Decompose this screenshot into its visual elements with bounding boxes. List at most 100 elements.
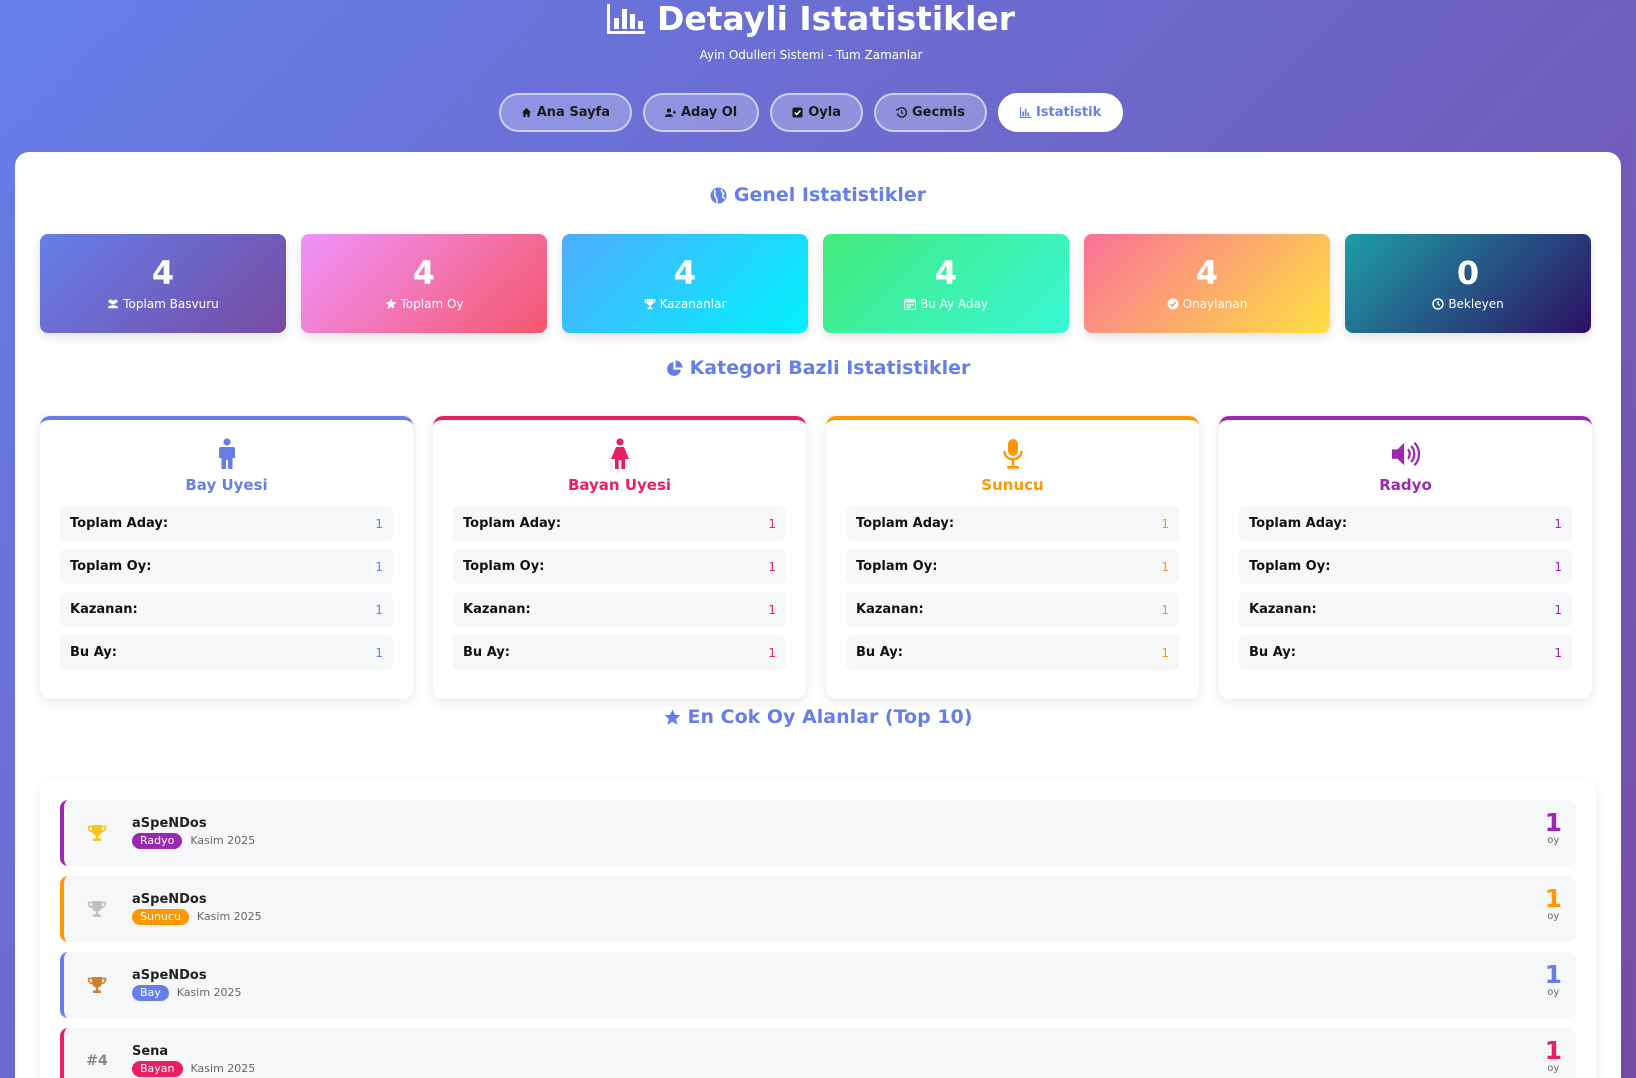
candidate-name: aSpeNDos <box>132 968 207 984</box>
nav-gecmis-button[interactable]: Gecmis <box>874 93 987 132</box>
vote-number: 1 <box>1544 884 1562 913</box>
row-label: Bu Ay: <box>1249 645 1296 660</box>
nav-aday-ol-button[interactable]: Aday Ol <box>643 93 760 132</box>
candidate-name: aSpeNDos <box>132 892 207 908</box>
row-value: 1 <box>1554 602 1562 617</box>
page-header: Detayli Istatistikler Ayin Odulleri Sist… <box>0 0 1636 152</box>
nav-label: Aday Ol <box>681 105 738 120</box>
stat-value: 4 <box>934 253 958 292</box>
row-label: Toplam Oy: <box>856 559 938 574</box>
row-label: Bu Ay: <box>70 645 117 660</box>
category-card-bayan-uyesi: Bayan Uyesi Toplam Aday: 1 Toplam Oy: 1 Ka… <box>433 416 806 699</box>
nav-ana-sayfa-button[interactable]: Ana Sayfa <box>498 93 632 132</box>
category-stats-title: Kategori Bazli Istatistikler <box>15 357 1621 379</box>
category-row-total-votes: Toplam Oy: 1 <box>1239 549 1572 584</box>
top-list-item: aSpeNDos Bay Kasim 2025 1 oy <box>60 952 1576 1018</box>
page-scrollbar[interactable] <box>1622 0 1636 1078</box>
row-value: 1 <box>768 516 776 531</box>
category-name: Radyo <box>1379 476 1432 494</box>
category-row-total-candidates: Toplam Aday: 1 <box>1239 506 1572 541</box>
category-card-bay-uyesi: Bay Uyesi Toplam Aday: 1 Toplam Oy: 1 Kaza… <box>40 416 413 699</box>
category-row-winner: Kazanan: 1 <box>846 592 1179 627</box>
male-icon <box>218 438 235 469</box>
calendar-icon <box>903 298 916 310</box>
candidate-meta: Radyo Kasim 2025 <box>132 832 256 849</box>
candidate-info: aSpeNDos Sunucu Kasim 2025 <box>132 892 262 925</box>
candidate-date: Kasim 2025 <box>196 910 262 924</box>
category-badge: Bay <box>132 984 169 1001</box>
stat-label-row: Bekleyen <box>1432 296 1504 311</box>
stat-label: Kazananlar <box>659 296 727 311</box>
trophy-gold-icon <box>87 825 107 841</box>
row-value: 1 <box>1161 645 1169 660</box>
row-label: Toplam Oy: <box>463 559 545 574</box>
candidate-info: aSpeNDos Bay Kasim 2025 <box>132 968 242 1001</box>
vote-number: 1 <box>1544 1036 1562 1065</box>
row-label: Kazanan: <box>70 602 138 617</box>
pie-chart-icon <box>666 360 683 376</box>
general-stats-title-text: Genel Istatistikler <box>733 184 927 206</box>
category-badge: Sunucu <box>132 908 189 925</box>
nav-label: Gecmis <box>912 105 965 120</box>
category-icon-wrap <box>846 438 1179 472</box>
candidate-info: aSpeNDos Radyo Kasim 2025 <box>132 817 256 849</box>
stat-label: Bu Ay Aday <box>919 296 989 311</box>
stat-label-row: Toplam Basvuru <box>107 297 219 311</box>
row-label: Toplam Oy: <box>1249 559 1331 574</box>
user-plus-icon <box>665 108 676 117</box>
candidate-meta: Bay Kasim 2025 <box>132 984 242 1001</box>
star-icon <box>664 709 680 725</box>
row-label: Kazanan: <box>463 602 531 617</box>
candidate-date: Kasim 2025 <box>190 834 256 848</box>
candidate-info: Sena Bayan Kasim 2025 <box>132 1045 255 1077</box>
page-title: Detayli Istatistikler <box>0 2 1622 35</box>
row-value: 1 <box>1554 516 1562 531</box>
stat-value: 4 <box>412 253 436 292</box>
row-value: 1 <box>1554 645 1562 660</box>
category-row-winner: Kazanan: 1 <box>60 592 393 627</box>
category-row-total-votes: Toplam Oy: 1 <box>453 549 786 584</box>
bar-chart-icon <box>606 3 645 34</box>
row-value: 1 <box>768 559 776 574</box>
category-row-winner: Kazanan: 1 <box>453 592 786 627</box>
rank <box>64 823 130 843</box>
stat-value: 4 <box>673 253 697 292</box>
page-title-text: Detayli Istatistikler <box>656 0 1016 38</box>
main-nav: Ana Sayfa Aday Ol Oyla Gecmis Istatistik <box>0 93 1622 132</box>
users-icon <box>108 299 119 308</box>
vote-count: 1 oy <box>1545 886 1562 922</box>
stat-label: Bekleyen <box>1448 296 1504 311</box>
row-value: 1 <box>375 559 383 574</box>
category-name: Bayan Uyesi <box>567 476 672 494</box>
row-label: Toplam Aday: <box>70 516 169 531</box>
category-icon-wrap <box>453 438 786 472</box>
row-value: 1 <box>375 645 383 660</box>
stat-card-bu-ay-aday: 4 Bu Ay Aday <box>823 234 1069 333</box>
category-row-total-votes: Toplam Oy: 1 <box>60 549 393 584</box>
top-voted-list: aSpeNDos Radyo Kasim 2025 1 oy aSpeNDos … <box>40 780 1596 1078</box>
row-label: Kazanan: <box>856 602 924 617</box>
stat-value: 0 <box>1456 253 1480 292</box>
female-icon <box>610 438 629 469</box>
category-icon-wrap <box>1239 438 1572 472</box>
nav-istatistik-button[interactable]: Istatistik <box>997 93 1124 132</box>
trophy-icon <box>644 298 656 309</box>
top-list-item: aSpeNDos Radyo Kasim 2025 1 oy <box>60 800 1576 866</box>
rank <box>64 975 130 995</box>
vote-count: 1 oy <box>1545 1038 1562 1074</box>
category-card-sunucu: Sunucu Toplam Aday: 1 Toplam Oy: 1 Kazanan… <box>826 416 1199 699</box>
category-stats-title-text: Kategori Bazli Istatistikler <box>689 357 971 379</box>
nav-oyla-button[interactable]: Oyla <box>770 93 864 132</box>
globe-icon <box>710 187 727 203</box>
row-label: Bu Ay: <box>463 645 510 660</box>
stat-label: Toplam Oy <box>400 296 464 311</box>
row-label: Bu Ay: <box>856 645 903 660</box>
top-voted-title: En Cok Oy Alanlar (Top 10) <box>15 706 1621 728</box>
row-value: 1 <box>768 602 776 617</box>
category-row-total-candidates: Toplam Aday: 1 <box>846 506 1179 541</box>
vote-number: 1 <box>1544 808 1562 837</box>
category-badge: Radyo <box>132 832 183 849</box>
category-row-total-votes: Toplam Oy: 1 <box>846 549 1179 584</box>
row-label: Toplam Aday: <box>1249 516 1348 531</box>
row-label: Toplam Aday: <box>463 516 562 531</box>
